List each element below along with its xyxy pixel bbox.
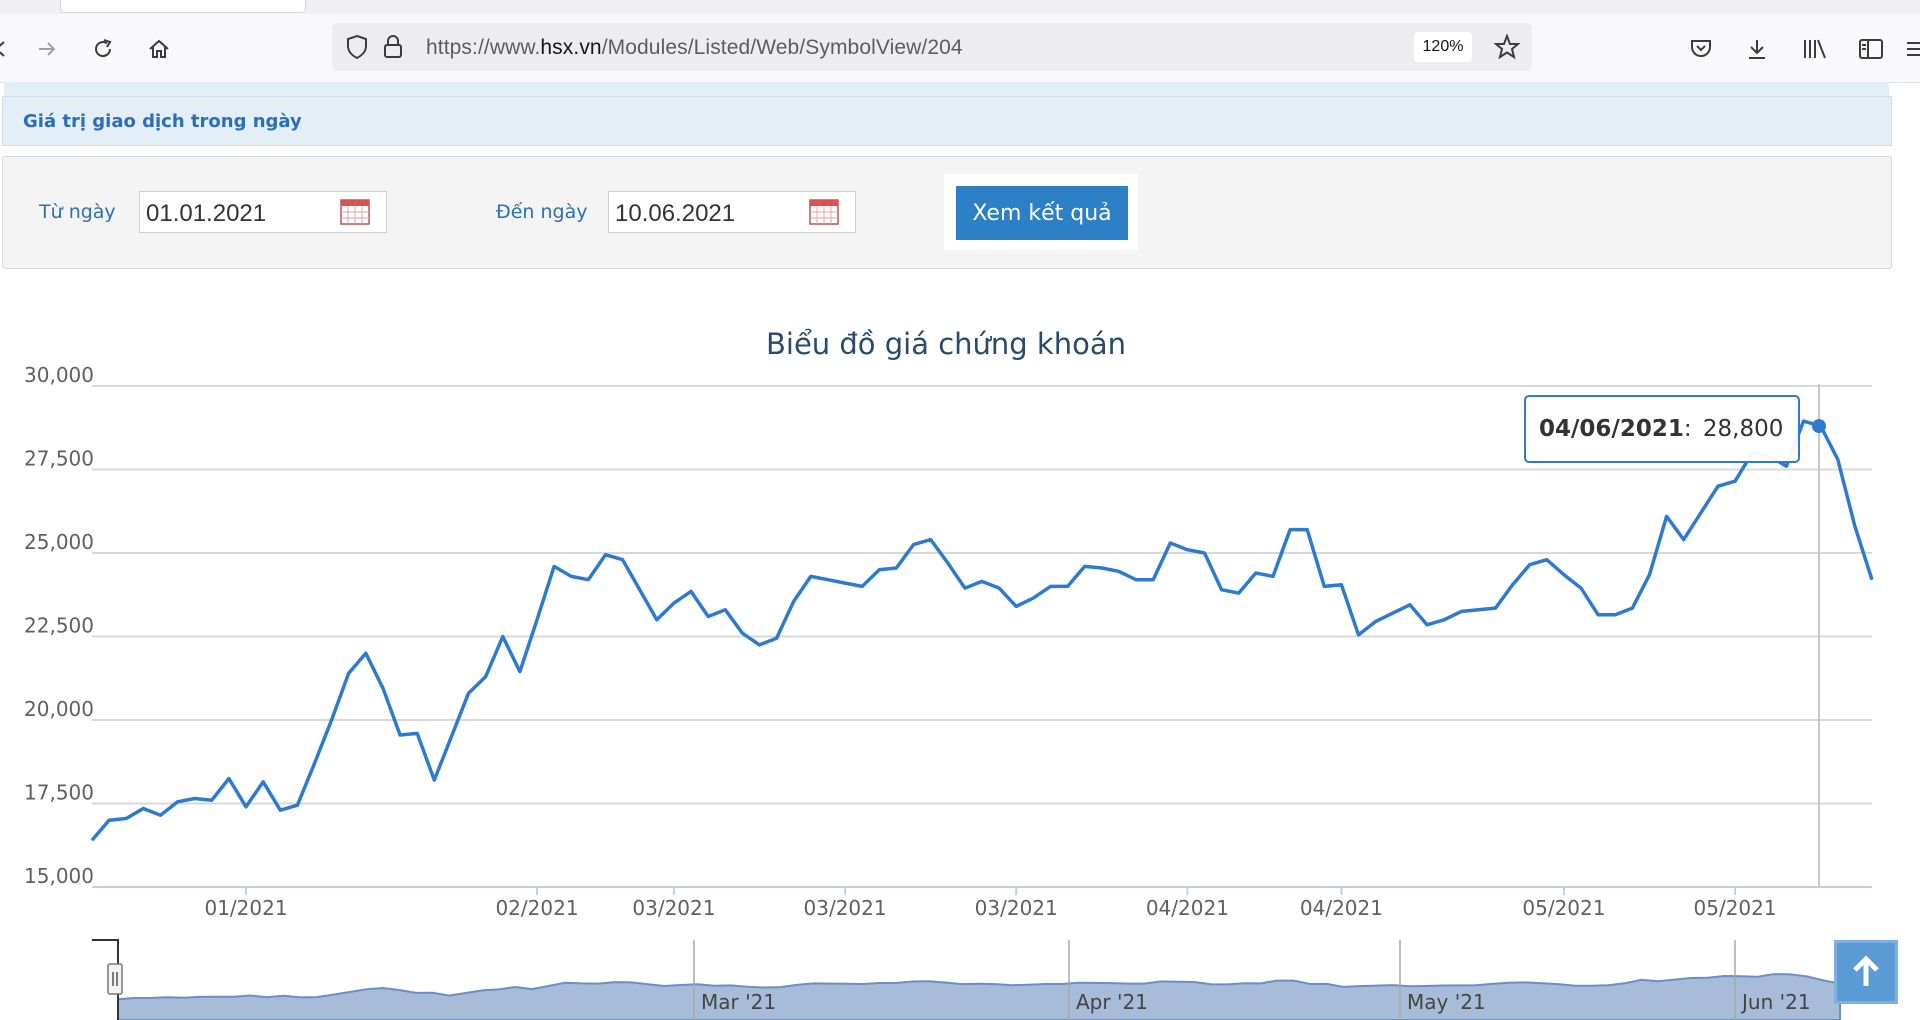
navigator[interactable]: Mar '21 Apr '21 May '21 Jun '21	[92, 939, 1841, 1020]
navigator-label: May '21	[1407, 990, 1486, 1014]
chart-title: Biểu đồ giá chứng khoán	[766, 327, 1126, 361]
navigator-label: Mar '21	[701, 990, 776, 1014]
url-text[interactable]: https://www.hsx.vn/Modules/Listed/Web/Sy…	[426, 36, 963, 60]
tooltip: 04/06/2021: 28,800	[1524, 395, 1800, 463]
lock-icon[interactable]	[378, 32, 408, 62]
previous-section-row	[4, 82, 1889, 96]
tooltip-value: 28,800	[1703, 416, 1783, 442]
menu-icon[interactable]	[1900, 34, 1920, 64]
calendar-icon[interactable]	[809, 199, 839, 225]
stock-price-chart: Biểu đồ giá chứng khoán 30,000 27,500 25,0…	[24, 327, 1874, 1020]
y-tick-label: 20,000	[24, 697, 94, 721]
tab-strip	[0, 0, 1920, 14]
hovered-data-point[interactable]	[1812, 419, 1826, 434]
x-axis-labels: 01/2021 02/2021 03/2021 03/2021 03/2021 04/20…	[204, 887, 1777, 920]
x-tick-label: 03/2021	[804, 896, 887, 920]
x-tick-label: 04/2021	[1300, 896, 1383, 920]
from-date-field[interactable]: 01.01.2021	[139, 191, 387, 233]
x-tick-label: 05/2021	[1694, 896, 1777, 920]
view-results-button[interactable]: Xem kết quả	[956, 186, 1128, 240]
library-icon[interactable]	[1800, 34, 1830, 64]
y-tick-label: 30,000	[24, 363, 94, 387]
y-tick-label: 22,500	[24, 614, 94, 638]
arrow-up-icon	[1853, 955, 1879, 986]
calendar-icon[interactable]	[340, 199, 370, 225]
y-tick-label: 25,000	[24, 530, 94, 554]
scroll-to-top-button[interactable]	[1834, 940, 1898, 1004]
x-tick-label: 03/2021	[632, 896, 715, 920]
navigator-label: Apr '21	[1076, 990, 1148, 1014]
address-bar[interactable]: https://www.hsx.vn/Modules/Listed/Web/Sy…	[332, 23, 1532, 71]
from-date-label: Từ ngày	[39, 201, 116, 223]
navigator-label: Jun '21	[1740, 990, 1811, 1014]
y-tick-label: 27,500	[24, 447, 94, 471]
svg-text:04/06/2021: 28,800: 04/06/2021: 28,800	[1539, 416, 1783, 442]
x-tick-label: 02/2021	[495, 896, 578, 920]
forward-icon[interactable]	[32, 34, 62, 64]
x-tick-label: 03/2021	[975, 896, 1058, 920]
y-tick-label: 15,000	[24, 864, 94, 888]
to-date-label: Đến ngày	[496, 201, 588, 223]
pocket-icon[interactable]	[1686, 34, 1716, 64]
download-icon[interactable]	[1742, 34, 1772, 64]
sidebar-icon[interactable]	[1856, 34, 1886, 64]
x-tick-label: 05/2021	[1522, 896, 1605, 920]
shield-icon[interactable]	[342, 32, 372, 62]
back-icon[interactable]	[0, 34, 16, 64]
browser-toolbar: https://www.hsx.vn/Modules/Listed/Web/Sy…	[0, 14, 1920, 83]
browser-tab[interactable]	[60, 0, 306, 13]
section-header[interactable]: Giá trị giao dịch trong ngày	[2, 96, 1892, 146]
navigator-left-handle[interactable]	[107, 963, 123, 995]
x-tick-label: 01/2021	[204, 896, 287, 920]
reload-icon[interactable]	[88, 34, 118, 64]
submit-button-wrapper: Xem kết quả	[944, 174, 1138, 250]
section-title: Giá trị giao dịch trong ngày	[23, 111, 302, 132]
zoom-level-badge[interactable]: 120%	[1414, 32, 1472, 62]
home-icon[interactable]	[144, 34, 174, 64]
bookmark-star-icon[interactable]	[1492, 32, 1522, 62]
x-tick-label: 04/2021	[1146, 896, 1229, 920]
tooltip-date: 04/06/2021	[1539, 416, 1684, 442]
y-tick-label: 17,500	[24, 781, 94, 805]
to-date-field[interactable]: 10.06.2021	[608, 191, 856, 233]
price-series-line[interactable]	[90, 419, 1874, 842]
y-axis-labels: 30,000 27,500 25,000 22,500 20,000 17,500 15,0…	[24, 363, 94, 888]
